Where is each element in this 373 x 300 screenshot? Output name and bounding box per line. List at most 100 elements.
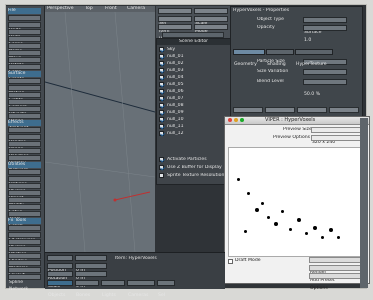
toolbar-button[interactable]: Render	[8, 127, 41, 145]
visibility-checkbox[interactable]	[159, 124, 164, 129]
toolbar-button[interactable]: Move	[8, 43, 41, 61]
sel-button[interactable]: Sel	[158, 8, 192, 26]
minimize-icon[interactable]	[234, 118, 238, 122]
toolbar-button[interactable]: Plugins	[8, 176, 41, 194]
option-checkbox[interactable]	[159, 173, 164, 178]
scene-option-row[interactable]: Use Z Buffer for Display	[159, 165, 227, 171]
toolbar-button[interactable]: Effects	[8, 120, 41, 126]
property-field[interactable]: Surface	[303, 17, 347, 35]
scene-item-row[interactable]: Sky	[159, 47, 227, 53]
toolbar-button[interactable]: Modify	[8, 190, 41, 208]
scene-item-row[interactable]: null_06	[159, 89, 227, 95]
tab-geometry[interactable]: Geometry	[233, 49, 265, 67]
visibility-checkbox[interactable]	[159, 117, 164, 122]
toolbar-button[interactable]: Surface	[8, 71, 41, 77]
toolbar-button[interactable]: Spline	[8, 267, 41, 285]
value-button[interactable]: Value	[158, 24, 192, 42]
close-icon[interactable]	[228, 118, 232, 122]
toolbar-button[interactable]: Redo	[8, 22, 41, 40]
item-button[interactable]: Item	[158, 16, 192, 34]
toolbar-button[interactable]: Plugins	[8, 232, 41, 250]
layout-viewport[interactable]	[45, 12, 155, 252]
z-field[interactable]: 0 m	[75, 271, 107, 289]
add-preset-button[interactable]: Add Preset	[309, 265, 365, 283]
sel-button[interactable]: Sel	[157, 280, 175, 298]
edit-button[interactable]: Edit	[265, 107, 295, 125]
toolbar-button[interactable]: Network	[8, 274, 41, 292]
scene-item-row[interactable]: null_08	[159, 103, 227, 109]
toolbar-button[interactable]: Graph	[8, 211, 41, 229]
toolbar-button[interactable]: Scale	[8, 57, 41, 75]
zoom-icon[interactable]	[240, 118, 244, 122]
load-button[interactable]: Load	[297, 107, 327, 125]
clear-button[interactable]: Clear	[194, 24, 228, 42]
toolbar-button[interactable]: Shadow	[8, 246, 41, 264]
toolbar-button[interactable]: Motion	[8, 78, 41, 96]
preview-size-select[interactable]: 320 x 240	[311, 127, 365, 145]
property-field[interactable]: 50.0 %	[303, 79, 347, 97]
tab-hypertexture[interactable]: HyperTexture	[295, 49, 333, 67]
toolbar-button[interactable]: Objects	[8, 99, 41, 117]
toolbar-button[interactable]: Image	[8, 134, 41, 152]
toolbar-button[interactable]: Utilities	[8, 162, 41, 168]
toolbar-button[interactable]: Volumes	[8, 141, 41, 159]
visibility-checkbox[interactable]	[159, 82, 164, 87]
toolbar-button[interactable]: Undo	[8, 15, 41, 33]
visibility-checkbox[interactable]	[159, 68, 164, 73]
position-button[interactable]: Position	[47, 255, 73, 273]
visibility-checkbox[interactable]	[159, 131, 164, 136]
visibility-checkbox[interactable]	[159, 47, 164, 52]
y-field[interactable]: 0 m	[75, 263, 107, 281]
scene-item-row[interactable]: null_07	[159, 96, 227, 102]
scene-item-row[interactable]: null_10	[159, 117, 227, 123]
lights-button[interactable]: Lights	[101, 280, 125, 298]
visibility-checkbox[interactable]	[159, 61, 164, 66]
toolbar-button[interactable]: Rotate	[8, 50, 41, 68]
toolbar-button[interactable]: Tools	[8, 204, 41, 222]
visibility-checkbox[interactable]	[159, 110, 164, 115]
toolbar-button[interactable]: Ambient	[8, 113, 41, 131]
toolbar-button[interactable]: Network	[8, 155, 41, 173]
toolbar-button[interactable]: Camera	[8, 92, 41, 110]
visibility-checkbox[interactable]	[159, 89, 164, 94]
scale-button[interactable]: Scale	[194, 8, 228, 26]
save-button[interactable]: Save	[329, 107, 359, 125]
scene-option-row[interactable]: Activate Particles	[159, 157, 227, 163]
toolbar-button[interactable]: File	[8, 8, 41, 14]
visibility-checkbox[interactable]	[159, 75, 164, 80]
toolbar-button[interactable]: FX Browser	[8, 225, 41, 243]
option-checkbox[interactable]	[159, 157, 164, 162]
property-field[interactable]: 1.0	[303, 25, 347, 43]
rotation-button[interactable]: Rotation	[47, 263, 73, 281]
scene-item-row[interactable]: null_09	[159, 110, 227, 116]
toolbar-button[interactable]: Bones	[8, 106, 41, 124]
scene-option-row[interactable]: Sprite Texture Resolution	[159, 173, 227, 179]
scene-item-row[interactable]: null_04	[159, 75, 227, 81]
particles-button[interactable]: Particles	[233, 107, 263, 125]
toolbar-button[interactable]: Lights	[8, 85, 41, 103]
bones-button[interactable]: Bones	[75, 280, 99, 298]
toolbar-button[interactable]: Display	[8, 148, 41, 166]
visibility-checkbox[interactable]	[159, 103, 164, 108]
x-field[interactable]: 0 m	[75, 255, 107, 273]
option-checkbox[interactable]	[159, 165, 164, 170]
visibility-checkbox[interactable]	[159, 54, 164, 59]
toolbar-button[interactable]: Preset	[8, 183, 41, 201]
options-button[interactable]: Options	[309, 273, 365, 291]
mode-button[interactable]: Mode	[194, 16, 228, 34]
objects-button[interactable]: Objects	[47, 280, 73, 298]
toolbar-button[interactable]: Items	[8, 36, 41, 54]
toolbar-button[interactable]: Scene	[8, 29, 41, 47]
scene-item-row[interactable]: null_11	[159, 124, 227, 130]
scene-item-row[interactable]: null_01	[159, 54, 227, 60]
toolbar-button[interactable]: Modeler	[8, 253, 41, 271]
scale-button[interactable]: Scale	[47, 271, 73, 289]
toolbar-button[interactable]: Layout	[8, 260, 41, 278]
toolbar-button[interactable]: Fx Tools	[8, 218, 41, 224]
visibility-checkbox[interactable]	[159, 96, 164, 101]
toolbar-button[interactable]: Options	[8, 169, 41, 187]
scene-item-row[interactable]: null_05	[159, 82, 227, 88]
scene-item-row[interactable]: null_12	[159, 131, 227, 137]
toolbar-button[interactable]: Utilities	[8, 239, 41, 257]
preview-options-select[interactable]: Auto Preview	[311, 135, 365, 153]
